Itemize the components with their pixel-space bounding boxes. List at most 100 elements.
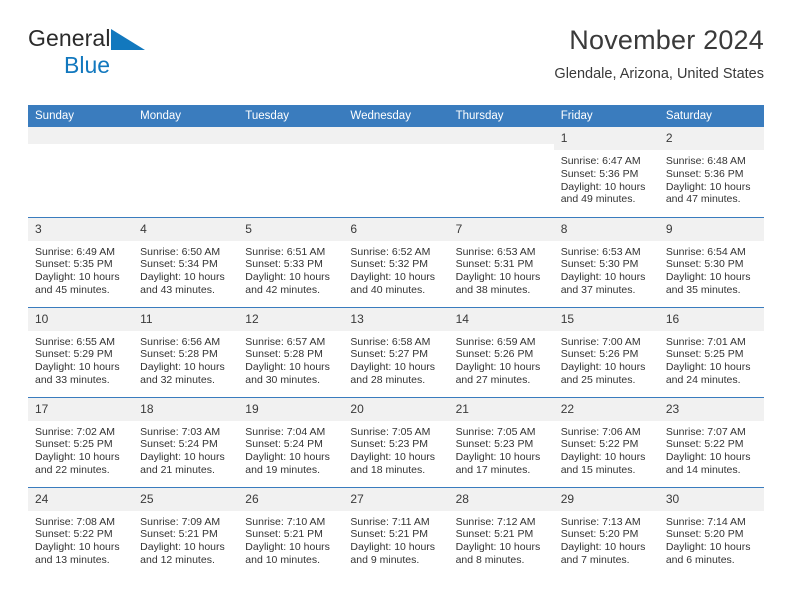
- day-detail-daylight1: Daylight: 10 hours: [455, 541, 541, 554]
- calendar-day-cell[interactable]: 19 Sunrise: 7:04 AM Sunset: 5:24 PM Dayligh…: [238, 396, 344, 487]
- calendar-day-cell[interactable]: 5 Sunrise: 6:51 AM Sunset: 5:33 PM Daylight…: [238, 216, 344, 307]
- day-details: Sunrise: 6:53 AM Sunset: 5:30 PM Daylight:…: [554, 241, 659, 297]
- day-detail-daylight1: Daylight: 10 hours: [665, 541, 751, 554]
- day-detail-sunrise: Sunrise: 6:49 AM: [35, 245, 115, 258]
- day-details: Sunrise: 7:13 AM Sunset: 5:20 PM Daylight:…: [554, 511, 659, 567]
- day-detail-daylight1: Daylight: 10 hours: [665, 451, 751, 464]
- day-number: 10: [28, 307, 134, 331]
- day-detail-sunset: Sunset: 5:34 PM: [140, 258, 218, 271]
- calendar-header-row: Sunday Monday Tuesday Wednesday Thursday…: [28, 105, 764, 127]
- day-detail-sunset: Sunset: 5:27 PM: [350, 348, 429, 361]
- day-detail-sunrise: Sunrise: 6:53 AM: [560, 245, 641, 258]
- calendar-day-cell[interactable]: 18 Sunrise: 7:03 AM Sunset: 5:24 PM Dayligh…: [133, 396, 239, 487]
- day-detail-sunset: Sunset: 5:32 PM: [350, 258, 429, 271]
- day-details: Sunrise: 6:54 AM Sunset: 5:30 PM Daylight:…: [659, 241, 764, 297]
- day-detail-daylight2: and 30 minutes.: [245, 373, 320, 386]
- calendar-day-cell[interactable]: 11 Sunrise: 6:56 AM Sunset: 5:28 PM Dayligh…: [133, 306, 239, 397]
- day-detail-sunset: Sunset: 5:23 PM: [350, 438, 429, 451]
- calendar-page: General Blue November 2024 Glendale, Ari…: [0, 0, 792, 612]
- day-detail-daylight1: Daylight: 10 hours: [245, 541, 330, 554]
- page-title: November 2024: [569, 25, 764, 55]
- calendar-day-cell[interactable]: 16 Sunrise: 7:01 AM Sunset: 5:25 PM Dayligh…: [658, 306, 764, 397]
- day-detail-sunset: Sunset: 5:22 PM: [665, 438, 744, 451]
- calendar-day-cell[interactable]: 13 Sunrise: 6:58 AM Sunset: 5:27 PM Dayligh…: [343, 306, 449, 397]
- day-detail-daylight2: and 8 minutes.: [455, 553, 525, 566]
- calendar-week-row: 17 Sunrise: 7:02 AM Sunset: 5:25 PM Dayligh…: [28, 396, 764, 487]
- day-number: 13: [343, 307, 449, 331]
- page-header: General Blue November 2024 Glendale, Ari…: [28, 24, 764, 102]
- day-details: Sunrise: 7:03 AM Sunset: 5:24 PM Daylight:…: [133, 421, 238, 477]
- calendar-day-cell[interactable]: 10 Sunrise: 6:55 AM Sunset: 5:29 PM Dayligh…: [28, 306, 134, 397]
- day-detail-daylight1: Daylight: 10 hours: [665, 180, 751, 193]
- day-number: [28, 127, 134, 144]
- calendar-day-cell[interactable]: 2 Sunrise: 6:48 AM Sunset: 5:36 PM Daylight…: [658, 127, 764, 217]
- calendar-day-cell[interactable]: 6 Sunrise: 6:52 AM Sunset: 5:32 PM Daylight…: [343, 216, 449, 307]
- day-detail-sunrise: Sunrise: 6:54 AM: [665, 245, 746, 258]
- day-detail-daylight2: and 28 minutes.: [350, 373, 426, 386]
- day-detail-sunrise: Sunrise: 6:47 AM: [560, 155, 641, 167]
- day-details: Sunrise: 7:00 AM Sunset: 5:26 PM Daylight:…: [554, 331, 659, 387]
- day-detail-daylight1: Daylight: 10 hours: [245, 451, 330, 464]
- day-detail-sunrise: Sunrise: 7:03 AM: [140, 425, 221, 438]
- calendar-day-cell[interactable]: 21 Sunrise: 7:05 AM Sunset: 5:23 PM Dayligh…: [448, 396, 554, 487]
- day-number: 20: [343, 397, 449, 421]
- day-detail-daylight2: and 43 minutes.: [140, 283, 215, 296]
- title-block: November 2024 Glendale, Arizona, United …: [554, 24, 764, 83]
- day-number: 21: [448, 397, 554, 421]
- day-details: Sunrise: 7:04 AM Sunset: 5:24 PM Daylight:…: [238, 421, 343, 477]
- calendar-day-cell[interactable]: 12 Sunrise: 6:57 AM Sunset: 5:28 PM Dayligh…: [238, 306, 344, 397]
- day-detail-daylight2: and 35 minutes.: [665, 283, 741, 296]
- day-detail-sunset: Sunset: 5:22 PM: [35, 528, 113, 541]
- day-detail-daylight2: and 47 minutes.: [665, 193, 741, 206]
- day-detail-daylight1: Daylight: 10 hours: [35, 541, 120, 554]
- day-detail-daylight2: and 32 minutes.: [140, 373, 215, 386]
- calendar-day-cell[interactable]: 20 Sunrise: 7:05 AM Sunset: 5:23 PM Dayligh…: [343, 396, 449, 487]
- day-detail-sunset: Sunset: 5:26 PM: [455, 348, 534, 361]
- calendar-day-cell[interactable]: 27 Sunrise: 7:11 AM Sunset: 5:21 PM Dayligh…: [343, 486, 449, 577]
- day-number: 6: [343, 217, 449, 241]
- calendar-day-cell[interactable]: 8 Sunrise: 6:53 AM Sunset: 5:30 PM Daylight…: [553, 216, 659, 307]
- calendar-day-cell[interactable]: 24 Sunrise: 7:08 AM Sunset: 5:22 PM Dayligh…: [28, 486, 134, 577]
- calendar-day-cell[interactable]: 3 Sunrise: 6:49 AM Sunset: 5:35 PM Daylight…: [28, 216, 134, 307]
- day-detail-sunset: Sunset: 5:28 PM: [140, 348, 218, 361]
- day-detail-daylight2: and 33 minutes.: [35, 373, 110, 386]
- calendar-day-cell[interactable]: 17 Sunrise: 7:02 AM Sunset: 5:25 PM Dayligh…: [28, 396, 134, 487]
- day-detail-sunrise: Sunrise: 7:12 AM: [455, 515, 536, 528]
- day-detail-sunrise: Sunrise: 7:05 AM: [350, 425, 431, 438]
- day-number: 5: [238, 217, 344, 241]
- weekday-header-monday: Monday: [133, 105, 239, 127]
- day-detail-daylight1: Daylight: 10 hours: [455, 271, 541, 284]
- calendar-day-cell[interactable]: 14 Sunrise: 6:59 AM Sunset: 5:26 PM Dayligh…: [448, 306, 554, 397]
- day-detail-daylight1: Daylight: 10 hours: [245, 361, 330, 374]
- brand-top-row: General: [28, 26, 278, 54]
- day-detail-daylight2: and 12 minutes.: [140, 553, 215, 566]
- day-number: 23: [658, 397, 764, 421]
- day-detail-daylight2: and 21 minutes.: [140, 463, 215, 476]
- calendar-day-cell[interactable]: 26 Sunrise: 7:10 AM Sunset: 5:21 PM Dayligh…: [238, 486, 344, 577]
- calendar-day-cell[interactable]: 9 Sunrise: 6:54 AM Sunset: 5:30 PM Daylight…: [658, 216, 764, 307]
- day-detail-daylight1: Daylight: 10 hours: [665, 271, 751, 284]
- calendar-day-cell[interactable]: 30 Sunrise: 7:14 AM Sunset: 5:20 PM Dayligh…: [658, 486, 764, 577]
- day-detail-sunset: Sunset: 5:31 PM: [455, 258, 534, 271]
- calendar-day-cell[interactable]: 4 Sunrise: 6:50 AM Sunset: 5:34 PM Daylight…: [133, 216, 239, 307]
- day-detail-sunrise: Sunrise: 7:06 AM: [560, 425, 641, 438]
- calendar-day-cell[interactable]: 1 Sunrise: 6:47 AM Sunset: 5:36 PM Daylight…: [553, 127, 659, 217]
- calendar-day-cell[interactable]: 25 Sunrise: 7:09 AM Sunset: 5:21 PM Dayligh…: [133, 486, 239, 577]
- day-details: Sunrise: 7:09 AM Sunset: 5:21 PM Daylight:…: [133, 511, 238, 567]
- day-detail-sunset: Sunset: 5:35 PM: [35, 258, 113, 271]
- day-detail-daylight1: Daylight: 10 hours: [350, 451, 436, 464]
- calendar-day-cell[interactable]: 15 Sunrise: 7:00 AM Sunset: 5:26 PM Dayligh…: [553, 306, 659, 397]
- day-detail-sunset: Sunset: 5:30 PM: [560, 258, 639, 271]
- day-detail-daylight2: and 38 minutes.: [455, 283, 531, 296]
- calendar-day-cell[interactable]: 28 Sunrise: 7:12 AM Sunset: 5:21 PM Dayligh…: [448, 486, 554, 577]
- day-detail-sunset: Sunset: 5:28 PM: [245, 348, 323, 361]
- brand-logo[interactable]: General Blue: [28, 26, 278, 88]
- calendar-day-cell[interactable]: 22 Sunrise: 7:06 AM Sunset: 5:22 PM Dayligh…: [553, 396, 659, 487]
- calendar-day-cell[interactable]: 7 Sunrise: 6:53 AM Sunset: 5:31 PM Daylight…: [448, 216, 554, 307]
- day-detail-sunset: Sunset: 5:24 PM: [140, 438, 218, 451]
- day-detail-daylight1: Daylight: 10 hours: [560, 541, 646, 554]
- day-details: Sunrise: 7:06 AM Sunset: 5:22 PM Daylight:…: [554, 421, 659, 477]
- calendar-day-cell[interactable]: 23 Sunrise: 7:07 AM Sunset: 5:22 PM Dayligh…: [658, 396, 764, 487]
- day-detail-sunset: Sunset: 5:21 PM: [455, 528, 534, 541]
- calendar-day-cell[interactable]: 29 Sunrise: 7:13 AM Sunset: 5:20 PM Dayligh…: [553, 486, 659, 577]
